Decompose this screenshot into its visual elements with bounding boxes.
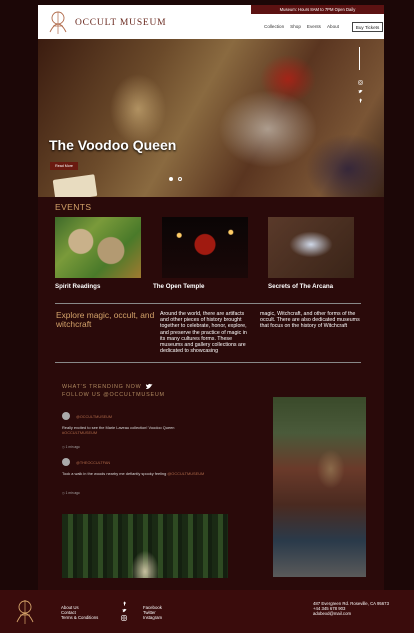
- footer-social-links: Facebook Twitter Instagram: [143, 605, 162, 620]
- read-more-button[interactable]: Read More: [50, 162, 78, 170]
- footer-email[interactable]: adobexd@mail.com: [313, 611, 389, 616]
- main-nav: Collection Shop Events About: [264, 24, 339, 29]
- carousel-dots: [169, 177, 182, 181]
- twitter-icon[interactable]: [358, 89, 363, 94]
- facebook-icon[interactable]: [122, 601, 127, 606]
- footer-logo-icon[interactable]: [11, 596, 39, 626]
- events-heading: EVENTS: [55, 202, 92, 212]
- instagram-icon[interactable]: [357, 80, 363, 85]
- buy-tickets-button[interactable]: Buy Tickets: [352, 22, 383, 32]
- tweet-1-time-text: 1 min ago: [65, 445, 80, 449]
- hero-social-icons: [355, 80, 365, 103]
- hero-book-image: [52, 174, 98, 197]
- tweet-2-username[interactable]: @THEOCCULTFAN: [76, 461, 110, 465]
- event-title-open-temple[interactable]: The Open Temple: [153, 283, 204, 290]
- site-footer: About Us Contact Terms & Conditions Face…: [0, 590, 414, 633]
- tweet-1-text: Really excited to see the Marie Laveau c…: [62, 425, 232, 435]
- tweet-1-time: ◷ 1 min ago: [62, 445, 80, 449]
- tweet-2-body: Took a walk in the woods nearby me defia…: [62, 471, 167, 476]
- trending-heading: WHAT'S TRENDING NOW: [62, 383, 153, 390]
- instagram-icon[interactable]: [121, 615, 127, 621]
- event-title-arcana[interactable]: Secrets of The Arcana: [268, 283, 333, 290]
- twitter-icon[interactable]: [122, 608, 127, 613]
- event-image-open-temple[interactable]: [162, 217, 248, 278]
- hero-divider: [359, 47, 360, 70]
- explore-paragraph-1: Around the world, there are artifacts an…: [160, 311, 247, 355]
- forest-photo: [62, 514, 228, 578]
- logo-icon[interactable]: [44, 8, 72, 36]
- logo-text[interactable]: OCCULT MUSEUM: [75, 18, 166, 28]
- footer-instagram-link[interactable]: Instagram: [143, 615, 162, 620]
- trending-heading-text: WHAT'S TRENDING NOW: [62, 383, 142, 390]
- avatar[interactable]: [62, 458, 70, 466]
- nav-events[interactable]: Events: [307, 24, 321, 29]
- shop-photo: [273, 397, 366, 577]
- divider-top: [55, 303, 361, 304]
- nav-about[interactable]: About: [327, 24, 339, 29]
- footer-link-terms[interactable]: Terms & Conditions: [61, 615, 98, 620]
- tweet-2-mention[interactable]: @OCCULTMUSEUM: [167, 471, 204, 476]
- facebook-icon[interactable]: [358, 98, 363, 103]
- carousel-dot-2[interactable]: [178, 177, 182, 181]
- event-title-spirit-readings[interactable]: Spirit Readings: [55, 283, 100, 290]
- nav-shop[interactable]: Shop: [290, 24, 301, 29]
- hours-bar: Museum: Hours 8AM to 7PM Open Daily: [251, 5, 384, 14]
- hero-title: The Voodoo Queen: [49, 137, 177, 153]
- event-image-arcana[interactable]: [268, 217, 354, 278]
- footer-links: About Us Contact Terms & Conditions: [61, 605, 98, 620]
- event-image-spirit-readings[interactable]: [55, 217, 141, 278]
- tweet-1-hashtag[interactable]: #OCCULTMUSEUM: [62, 430, 97, 435]
- explore-paragraph-2: magic, Witchcraft, and other forms of th…: [260, 311, 360, 330]
- follow-link[interactable]: FOLLOW US @OCCULTMUSEUM: [62, 392, 165, 398]
- footer-social-icons: [121, 601, 127, 621]
- tweet-1-username[interactable]: @OCCULTMUSEUM: [76, 415, 112, 419]
- divider-bottom: [55, 362, 361, 363]
- nav-collection[interactable]: Collection: [264, 24, 284, 29]
- tweet-2-time-text: 1 min ago: [65, 491, 80, 495]
- tweet-2-text: Took a walk in the woods nearby me defia…: [62, 471, 232, 476]
- avatar[interactable]: [62, 412, 70, 420]
- carousel-dot-1[interactable]: [169, 177, 173, 181]
- tweet-2-time: ◷ 1 min ago: [62, 491, 80, 495]
- site-header: Museum: Hours 8AM to 7PM Open Daily OCCU…: [38, 5, 384, 39]
- explore-heading: Explore magic, occult, and witchcraft: [56, 310, 155, 330]
- footer-contact: 487 Evergreen Rd. Roseville, CA 95673 +4…: [313, 601, 389, 616]
- twitter-icon[interactable]: [145, 383, 153, 390]
- hero-banner: The Voodoo Queen Read More: [38, 39, 384, 197]
